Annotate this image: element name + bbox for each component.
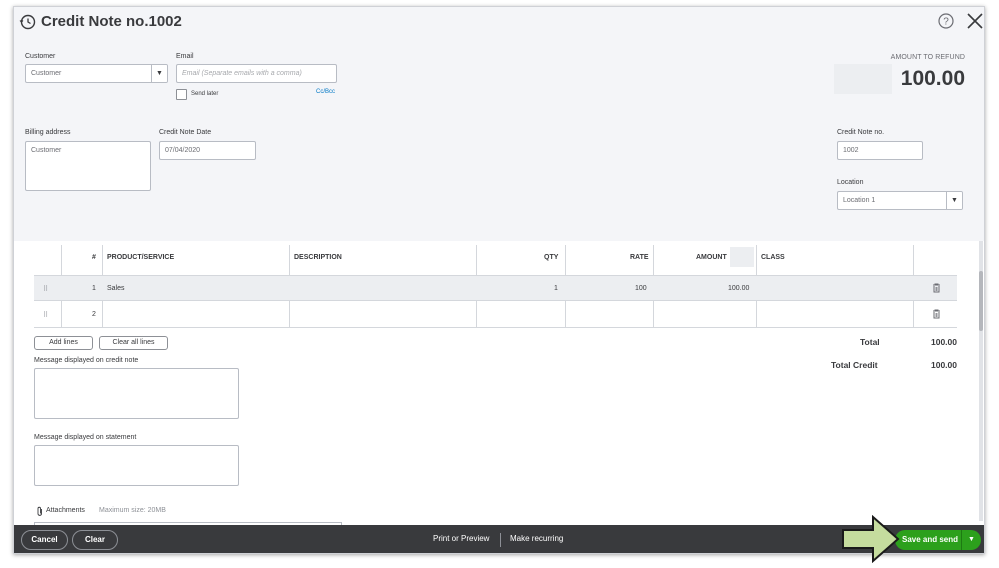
customer-label: Customer — [25, 53, 56, 60]
location-label: Location — [837, 179, 864, 186]
send-later-label: Send later — [191, 91, 219, 97]
column-header-number: # — [92, 254, 96, 261]
customer-select[interactable]: Customer ▼ — [25, 64, 168, 83]
cancel-button[interactable]: Cancel — [21, 530, 68, 550]
location-select[interactable]: Location 1 ▼ — [837, 191, 963, 210]
clear-button[interactable]: Clear — [72, 530, 118, 550]
clear-all-lines-button[interactable]: Clear all lines — [99, 336, 168, 350]
chevron-down-icon[interactable]: ▼ — [961, 530, 981, 550]
product-cell[interactable]: Sales — [107, 285, 125, 292]
save-and-send-label: Save and send — [902, 535, 959, 544]
column-header-qty: QTY — [544, 254, 559, 261]
amount-cell[interactable]: 100.00 — [728, 285, 749, 292]
annotation-arrow-icon — [842, 514, 900, 564]
rate-cell[interactable]: 100 — [635, 285, 647, 292]
column-header-class: CLASS — [761, 254, 785, 261]
amount-placeholder-box — [834, 64, 892, 94]
scrollbar-thumb[interactable] — [979, 271, 983, 331]
attachments-max-size: Maximum size: 20MB — [99, 507, 166, 514]
save-and-send-button[interactable]: Save and send ▼ — [895, 530, 981, 550]
amount-header-marker — [730, 247, 754, 267]
email-label: Email — [176, 53, 194, 60]
cc-bcc-link[interactable]: Cc/Bcc — [316, 89, 335, 95]
billing-address-label: Billing address — [25, 129, 71, 136]
email-field[interactable]: Email (Separate emails with a comma) — [176, 64, 337, 83]
row-number: 1 — [92, 285, 96, 292]
paperclip-icon — [36, 504, 44, 522]
drag-handle-icon[interactable]: ⠿ — [43, 311, 48, 319]
amount-to-refund-label: AMOUNT TO REFUND — [890, 54, 965, 61]
message-credit-note-label: Message displayed on credit note — [34, 357, 139, 364]
print-or-preview-button[interactable]: Print or Preview — [433, 534, 489, 543]
location-value: Location 1 — [843, 197, 876, 204]
amount-to-refund-value: 100.00 — [900, 67, 965, 90]
credit-note-no-label: Credit Note no. — [837, 129, 885, 136]
trash-icon[interactable] — [932, 309, 941, 321]
add-lines-button[interactable]: Add lines — [34, 336, 93, 350]
chevron-down-icon[interactable]: ▼ — [946, 192, 962, 209]
attachments-label: Attachments — [46, 507, 85, 514]
send-later-checkbox[interactable] — [176, 89, 187, 100]
help-icon[interactable]: ? — [937, 12, 955, 30]
make-recurring-button[interactable]: Make recurring — [510, 534, 563, 543]
page-title: Credit Note no.1002 — [41, 13, 182, 30]
table-row[interactable]: ⠿ 2 — [34, 302, 957, 328]
trash-icon[interactable] — [932, 283, 941, 295]
credit-note-no-field[interactable]: 1002 — [837, 141, 923, 160]
total-credit-value: 100.00 — [931, 360, 957, 370]
table-row[interactable]: ⠿ 1 Sales 1 100 100.00 — [34, 275, 957, 301]
column-header-product: PRODUCT/SERVICE — [107, 254, 175, 261]
credit-note-no-value: 1002 — [843, 147, 859, 154]
total-credit-label: Total Credit — [831, 360, 878, 370]
column-header-amount: AMOUNT — [696, 254, 727, 261]
qty-cell[interactable]: 1 — [554, 285, 558, 292]
credit-note-window: Credit Note no.1002 ? Customer Customer … — [13, 6, 985, 554]
customer-value: Customer — [31, 70, 62, 77]
credit-note-date-field[interactable]: 07/04/2020 — [159, 141, 256, 160]
history-icon[interactable] — [19, 13, 37, 31]
credit-note-date-label: Credit Note Date — [159, 129, 212, 136]
svg-text:?: ? — [943, 17, 949, 28]
line-items-area: # PRODUCT/SERVICE DESCRIPTION QTY RATE A… — [14, 241, 984, 532]
row-number: 2 — [92, 311, 96, 318]
footer-bar: Cancel Clear Print or Preview Make recur… — [14, 525, 984, 553]
billing-address-value: Customer — [31, 147, 62, 154]
credit-note-date-value: 07/04/2020 — [165, 147, 201, 154]
close-icon[interactable] — [966, 12, 984, 30]
column-header-description: DESCRIPTION — [294, 254, 342, 261]
chevron-down-icon[interactable]: ▼ — [151, 65, 167, 82]
message-credit-note-field[interactable] — [34, 368, 239, 419]
billing-address-field[interactable]: Customer — [25, 141, 151, 191]
total-value: 100.00 — [931, 337, 957, 347]
email-placeholder: Email (Separate emails with a comma) — [182, 70, 302, 77]
scrollbar[interactable] — [979, 241, 983, 521]
column-header-rate: RATE — [630, 254, 649, 261]
footer-separator — [500, 533, 501, 547]
message-statement-label: Message displayed on statement — [34, 434, 137, 441]
total-label: Total — [860, 337, 880, 347]
message-statement-field[interactable] — [34, 445, 239, 486]
drag-handle-icon[interactable]: ⠿ — [43, 285, 48, 293]
